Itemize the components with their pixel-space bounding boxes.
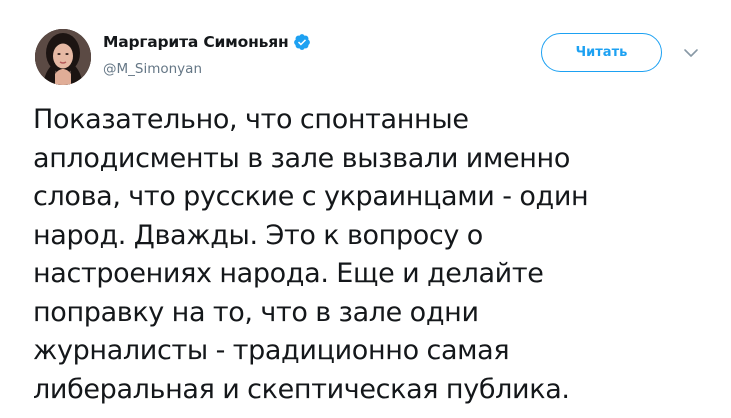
avatar[interactable]	[35, 29, 91, 85]
tweet-text: Показательно, что спонтанные аплодисмент…	[33, 101, 723, 409]
tweet-text-line: поправку на то, что в зале одни	[33, 296, 479, 328]
tweet-text-line: либеральная и скептическая публика.	[33, 373, 570, 405]
tweet-text-line: слова, что русские с украинцами - один	[33, 181, 589, 212]
verified-badge-icon	[293, 33, 311, 51]
tweet-text-line: настроениях народа. Еще и делайте	[33, 258, 544, 289]
chevron-down-icon[interactable]	[683, 44, 699, 57]
avatar-photo	[35, 29, 91, 85]
tweet-text-line: аплодисменты в зале вызвали именно	[33, 142, 571, 174]
tweet-text-line: Показательно, что спонтанные	[33, 104, 469, 135]
author-display-name[interactable]: Маргарита Симоньян	[103, 33, 289, 51]
author-name-row[interactable]: Маргарита Симоньян	[103, 33, 311, 51]
tweet-text-line: журналисты - традиционно самая	[33, 335, 510, 366]
follow-button[interactable]: Читать	[541, 33, 662, 72]
author-handle[interactable]: @M_Simonyan	[103, 61, 202, 77]
tweet-text-line: народ. Дважды. Это к вопросу о	[33, 219, 483, 251]
